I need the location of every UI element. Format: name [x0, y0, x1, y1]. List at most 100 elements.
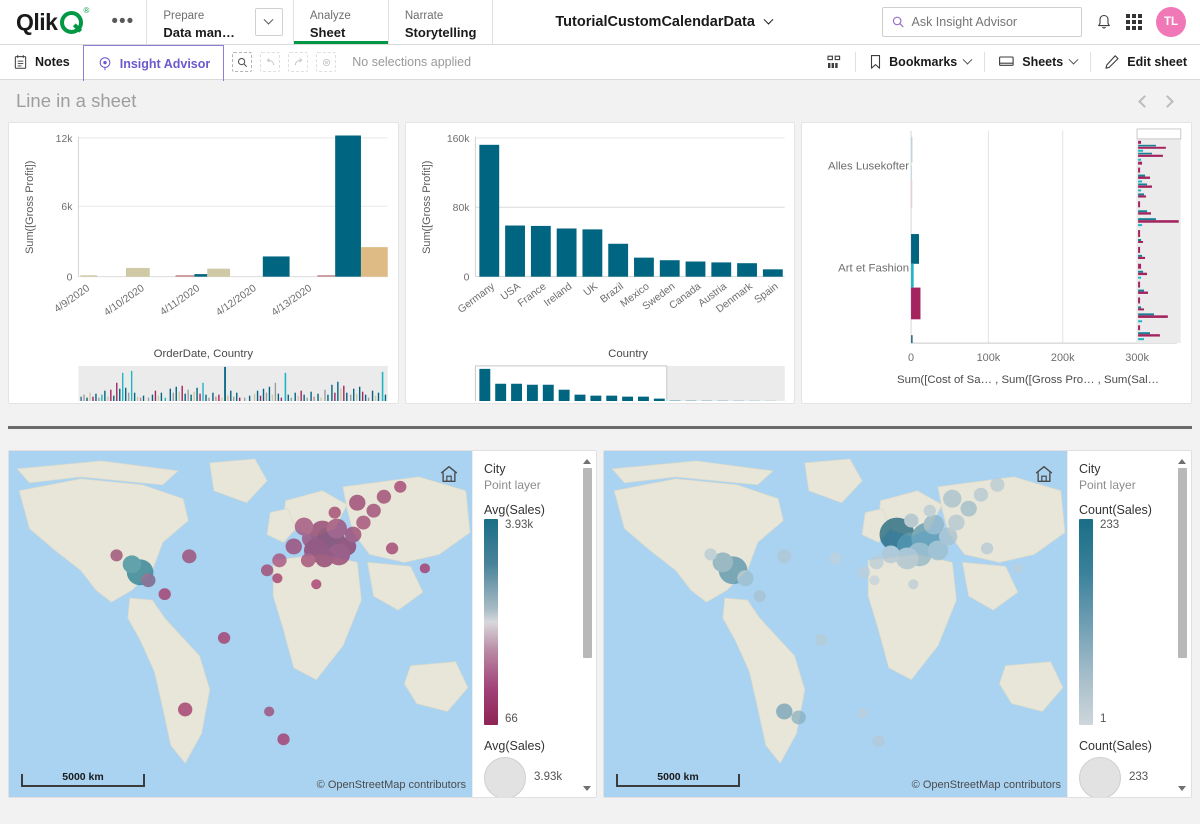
redo-arrow-icon — [294, 57, 303, 65]
legend-size-measure: Avg(Sales) — [484, 739, 545, 753]
step-back-button[interactable] — [260, 52, 281, 72]
divider — [8, 425, 1192, 429]
page-title: Line in a sheet — [16, 90, 137, 111]
insight-advisor-button[interactable]: Insight Advisor — [82, 45, 225, 81]
insight-advisor-search[interactable] — [882, 7, 1082, 37]
bookmark-icon — [871, 55, 881, 69]
app-title-menu[interactable]: TutorialCustomCalendarData — [492, 0, 774, 44]
nav-analyze-supertitle: Analyze — [309, 9, 351, 22]
map-scale-label: 5000 km — [657, 770, 699, 783]
map-legend-right: City Point layer Count(Sales) 233 1 Coun… — [1067, 451, 1191, 797]
grid-icon — [1126, 14, 1142, 30]
chart-customer-measures[interactable]: Alles Lusekofter Art et Fashion 0 100k 2… — [802, 123, 1191, 401]
svg-text:UK: UK — [582, 281, 600, 299]
scroll-up-icon[interactable] — [583, 459, 591, 464]
legend-size-group: 3.93k — [484, 757, 596, 797]
legend-color-max: 233 — [1100, 519, 1120, 531]
home-icon — [440, 465, 458, 483]
chart-card-orderdate-country[interactable]: 12k 6k 0 Sum([Gross Profit]) 4/9/2020 4/… — [8, 122, 399, 404]
svg-text:80k: 80k — [452, 203, 470, 214]
map-card-count-sales[interactable]: 5000 km © OpenStreetMap contributors Cit… — [603, 450, 1192, 798]
svg-text:France: France — [516, 281, 549, 309]
map-attribution: © OpenStreetMap contributors — [316, 779, 466, 791]
scroll-up-icon[interactable] — [1178, 459, 1186, 464]
qlik-q-icon — [60, 10, 84, 34]
map-canvas-left[interactable]: 5000 km © OpenStreetMap contributors — [9, 451, 472, 797]
color-ramp-icon — [1079, 519, 1093, 725]
more-options-button[interactable]: ••• — [99, 0, 146, 44]
scroll-thumb[interactable] — [1177, 468, 1187, 658]
legend-ramp-labels: 3.93k 66 — [505, 519, 533, 725]
nav-item-narrate[interactable]: Narrate Storytelling — [387, 0, 493, 44]
sheets-button[interactable]: Sheets — [985, 45, 1090, 79]
size-bubble-icon — [484, 757, 526, 797]
prepare-dropdown-button[interactable] — [254, 8, 283, 36]
notes-button[interactable]: Notes — [0, 45, 83, 79]
svg-text:300k: 300k — [1126, 352, 1150, 364]
bookmarks-button[interactable]: Bookmarks — [856, 45, 984, 79]
insight-advisor-label: Insight Advisor — [119, 56, 211, 71]
legend-size-max: 233 — [1129, 771, 1149, 783]
legend-color-min: 1 — [1100, 713, 1107, 725]
svg-text:4/9/2020: 4/9/2020 — [53, 283, 93, 315]
map-home-button[interactable] — [436, 461, 462, 487]
legend-scrollbar[interactable] — [1176, 459, 1188, 791]
bar-chart-icon — [827, 55, 841, 68]
chart-exploration-button[interactable] — [813, 45, 855, 79]
top-header-bar: Qlik ® ••• Prepare Data man… Analyze She… — [0, 0, 1200, 45]
selection-status-text: No selections applied — [352, 55, 472, 69]
svg-text:0: 0 — [463, 273, 469, 284]
legend-scrollbar[interactable] — [581, 459, 593, 791]
svg-text:6k: 6k — [61, 202, 73, 213]
search-input[interactable] — [911, 15, 1072, 29]
main-nav-group: Prepare Data man… Analyze Sheet Narrate … — [146, 0, 492, 44]
legend-color-min: 66 — [505, 713, 518, 725]
svg-text:160k: 160k — [447, 134, 470, 145]
search-icon — [892, 16, 904, 28]
map-scale-bar: 5000 km — [616, 770, 740, 787]
notes-label: Notes — [35, 55, 70, 69]
scroll-down-icon[interactable] — [583, 786, 591, 791]
nav-item-prepare[interactable]: Prepare Data man… — [147, 0, 251, 44]
svg-text:Sum([Cost of Sa… , Sum([Gross: Sum([Cost of Sa… , Sum([Gross Pro… , Sum… — [897, 374, 1159, 386]
chart-country[interactable]: 160k 80k 0 Sum([Gross Profit]) Germany U… — [406, 123, 795, 401]
clear-selections-button[interactable] — [316, 52, 337, 72]
chart-orderdate-country[interactable]: 12k 6k 0 Sum([Gross Profit]) 4/9/2020 4/… — [9, 123, 398, 401]
legend-layer-type: Point layer — [484, 478, 541, 492]
svg-text:4/11/2020: 4/11/2020 — [158, 283, 202, 318]
map-home-button[interactable] — [1031, 461, 1057, 487]
world-map-left[interactable] — [9, 451, 472, 797]
nav-narrate-label: Storytelling — [404, 24, 477, 40]
map-canvas-right[interactable]: 5000 km © OpenStreetMap contributors — [604, 451, 1067, 797]
edit-sheet-label: Edit sheet — [1127, 55, 1187, 69]
undo-arrow-icon — [266, 57, 275, 65]
legend-color-max: 3.93k — [505, 519, 534, 531]
map-row: 5000 km © OpenStreetMap contributors Cit… — [0, 450, 1200, 798]
svg-text:0: 0 — [908, 352, 914, 364]
app-launcher-button[interactable] — [1126, 14, 1142, 30]
svg-text:12k: 12k — [56, 134, 74, 145]
avatar[interactable]: TL — [1156, 7, 1186, 37]
clear-circle-icon — [322, 58, 330, 66]
scroll-thumb[interactable] — [582, 468, 592, 658]
svg-text:200k: 200k — [1051, 352, 1075, 364]
chart-card-country[interactable]: 160k 80k 0 Sum([Gross Profit]) Germany U… — [404, 122, 796, 404]
step-forward-button[interactable] — [288, 52, 309, 72]
svg-text:0: 0 — [67, 273, 73, 284]
nav-item-analyze[interactable]: Analyze Sheet — [292, 0, 388, 44]
next-sheet-icon[interactable] — [1161, 94, 1174, 108]
notifications-button[interactable] — [1096, 14, 1112, 31]
qlik-logo-text: Qlik — [16, 8, 58, 35]
previous-sheet-icon[interactable] — [1138, 94, 1151, 108]
selection-search-button[interactable] — [232, 52, 253, 72]
map-card-avg-sales[interactable]: 5000 km © OpenStreetMap contributors Cit… — [8, 450, 597, 798]
chevron-down-icon — [263, 14, 274, 25]
edit-sheet-button[interactable]: Edit sheet — [1091, 45, 1200, 79]
scroll-down-icon[interactable] — [1178, 786, 1186, 791]
world-map-right[interactable] — [604, 451, 1067, 797]
legend-layer-name: City — [484, 462, 506, 476]
legend-color-measure: Avg(Sales) — [484, 503, 545, 517]
bell-icon — [1098, 14, 1110, 28]
chart-card-customer-measures[interactable]: Alles Lusekofter Art et Fashion 0 100k 2… — [801, 122, 1193, 404]
qlik-logo[interactable]: Qlik ® — [0, 0, 99, 44]
